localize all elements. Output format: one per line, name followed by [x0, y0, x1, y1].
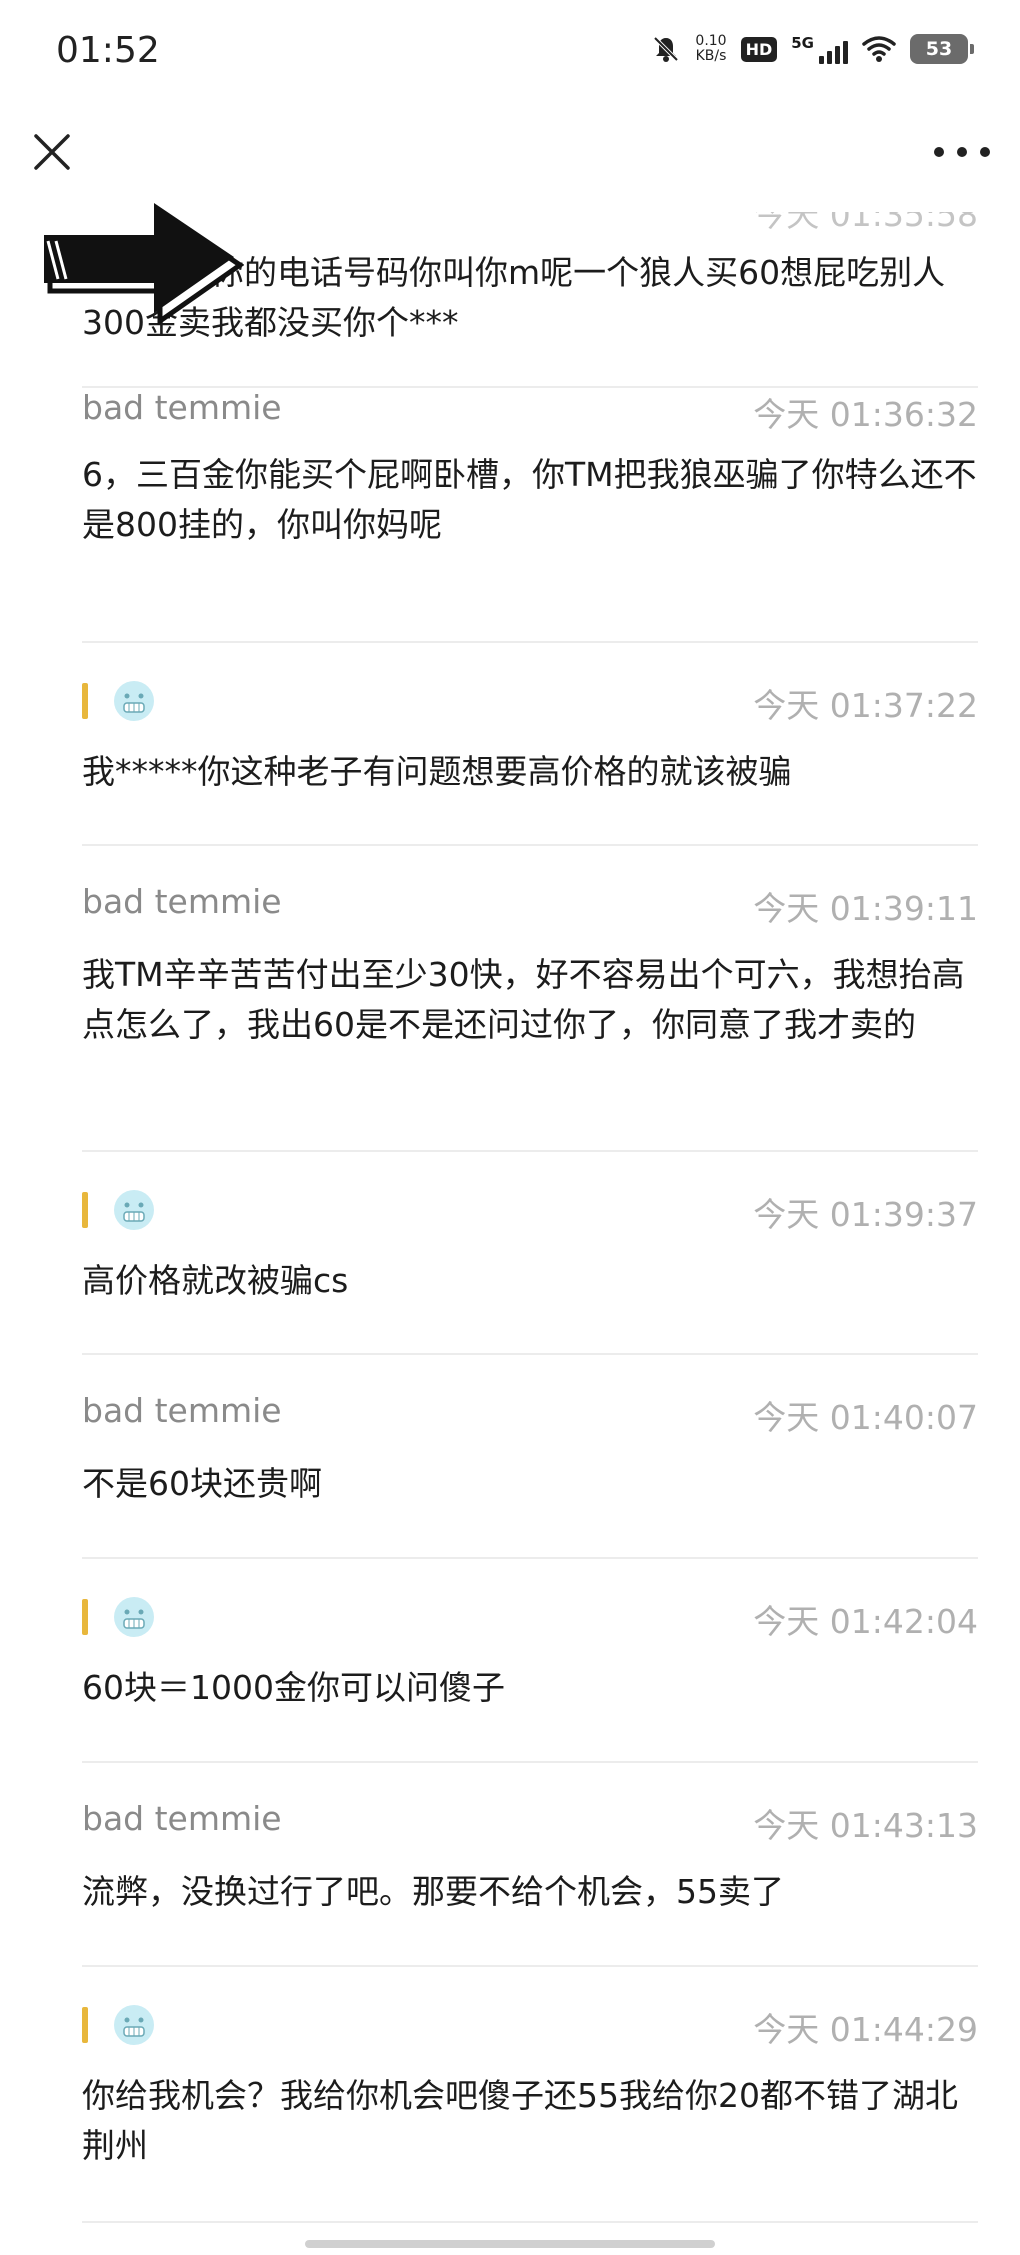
comment-item: bad temmie 今天 01:43:13 流弊，没换过行了吧。那要不给个机会… — [82, 1763, 978, 1967]
home-indicator[interactable] — [305, 2240, 715, 2248]
comment-feed[interactable]: 100你的电话号码你叫你m呢一个狼人买60想屁吃别人300金卖我都没买你个***… — [0, 190, 1020, 2240]
comment-item: bad temmie 今天 01:39:11 我TM辛辛苦苦付出至少30快，好不… — [82, 846, 978, 1152]
net-speed-unit: KB/s — [695, 48, 727, 64]
grimace-face-icon — [116, 2007, 152, 2043]
divider — [82, 2221, 978, 2223]
net-speed: 0.10 KB/s — [695, 34, 726, 64]
comment-time: 今天 01:39:37 — [753, 1195, 978, 1234]
grimace-face-icon — [116, 1192, 152, 1228]
signal-icon: 5G — [791, 34, 848, 64]
comment-item-self: 今天 01:39:37 高价格就改被骗cs — [82, 1152, 978, 1355]
comment-text: 流弊，没换过行了吧。那要不给个机会，55卖了 — [82, 1872, 784, 1911]
avatar[interactable] — [114, 1190, 154, 1230]
comment-author[interactable]: bad temmie — [82, 882, 282, 921]
hd-badge: HD — [740, 36, 778, 62]
comment-text: 60块＝1000金你可以问傻子 — [82, 1668, 505, 1707]
comment-author[interactable]: bad temmie — [82, 388, 282, 427]
comment-time: 今天 01:42:04 — [753, 1602, 978, 1641]
self-marker — [82, 2007, 88, 2043]
comment-time: 今天 01:43:13 — [753, 1806, 978, 1845]
self-marker — [82, 683, 88, 719]
comment-text: 高价格就改被骗cs — [82, 1261, 349, 1300]
comment-item: bad temmie 今天 01:36:32 6，三百金你能买个屁啊卧槽，你TM… — [82, 388, 978, 643]
status-icons: 0.10 KB/s HD 5G 53 — [651, 34, 974, 64]
self-marker — [82, 1599, 88, 1635]
close-icon — [34, 134, 70, 170]
comment-time: 今天 01:36:32 — [753, 395, 978, 434]
comment-text: 不是60块还贵啊 — [82, 1464, 322, 1503]
annotation-arrow-icon — [44, 203, 244, 325]
battery-icon: 53 — [910, 34, 974, 64]
comment-time: 今天 01:40:07 — [753, 1398, 978, 1437]
net-speed-value: 0.10 — [695, 33, 727, 49]
comment-text: 我*****你这种老子有问题想要高价格的就该被骗 — [82, 752, 792, 791]
grimace-face-icon — [116, 683, 152, 719]
status-time: 01:52 — [56, 30, 160, 71]
status-bar: 01:52 0.10 KB/s HD 5G 53 — [0, 0, 1020, 110]
avatar[interactable] — [114, 1597, 154, 1637]
comment-text: 我TM辛辛苦苦付出至少30快，好不容易出个可六，我想抬高点怎么了，我出60是不是… — [82, 955, 965, 1044]
self-marker — [82, 1192, 88, 1228]
network-type: 5G — [791, 34, 814, 52]
comment-item: bad temmie 今天 01:40:07 不是60块还贵啊 — [82, 1355, 978, 1559]
comment-time: 今天 01:44:29 — [753, 2010, 978, 2049]
avatar[interactable] — [114, 681, 154, 721]
grimace-face-icon — [116, 1599, 152, 1635]
more-button[interactable] — [934, 140, 990, 164]
comment-author[interactable]: bad temmie — [82, 1799, 282, 1838]
close-button[interactable] — [30, 130, 74, 174]
wifi-icon — [862, 35, 896, 63]
comment-author[interactable]: bad temmie — [82, 1391, 282, 1430]
comment-text: 你给我机会？我给你机会吧傻子还55我给你20都不错了湖北荆州 — [82, 2076, 958, 2165]
comment-text: 6，三百金你能买个屁啊卧槽，你TM把我狼巫骗了你特么还不是800挂的，你叫你妈呢 — [82, 455, 977, 544]
comment-item-self: 今天 01:37:22 我*****你这种老子有问题想要高价格的就该被骗 — [82, 643, 978, 846]
comment-time: 今天 01:37:22 — [753, 686, 978, 725]
mute-bell-icon — [651, 34, 681, 64]
comment-item-self: 今天 01:44:29 你给我机会？我给你机会吧傻子还55我给你20都不错了湖北… — [82, 1967, 978, 2223]
avatar[interactable] — [114, 2005, 154, 2045]
comment-time: 今天 01:39:11 — [753, 889, 978, 928]
more-dots-icon — [934, 147, 944, 157]
comment-item-self: 今天 01:42:04 60块＝1000金你可以问傻子 — [82, 1559, 978, 1763]
